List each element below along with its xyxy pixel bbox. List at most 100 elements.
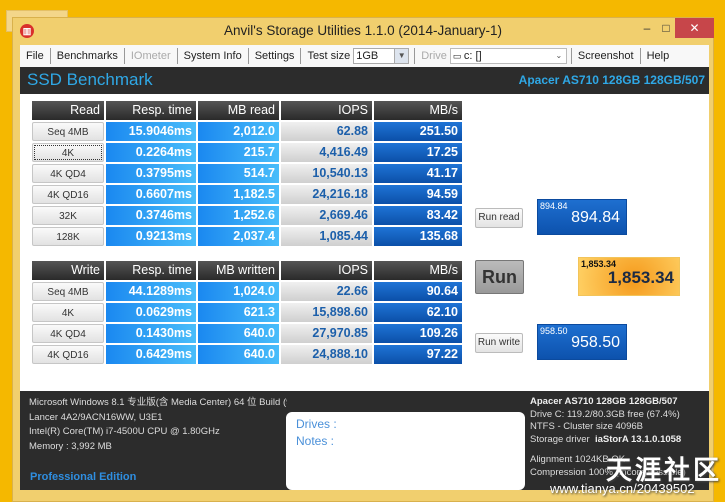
run-button[interactable]: Run (475, 260, 524, 294)
write-row: 4K 0.0629ms 621.3 15,898.60 62.10 (31, 302, 463, 323)
iops-value: 24,888.10 (281, 345, 372, 364)
column-header: MB/s (374, 101, 462, 120)
notes-label: Notes : (296, 434, 335, 448)
title-bar: ▥ Anvil's Storage Utilities 1.1.0 (2014-… (13, 18, 714, 45)
chevron-down-icon: ▼ (394, 49, 409, 63)
resp-time: 0.2264ms (106, 143, 196, 162)
resp-time: 15.9046ms (106, 122, 196, 141)
mbs-value: 62.10 (374, 303, 462, 322)
write-row: 4K QD16 0.6429ms 640.0 24,888.10 97.22 (31, 344, 463, 365)
write-score-small: 958.50 (540, 326, 568, 336)
menu-benchmarks[interactable]: Benchmarks (51, 48, 125, 64)
minimize-button[interactable]: – (637, 18, 657, 38)
drive-value: c: [] (463, 50, 482, 62)
read-row: 4K QD4 0.3795ms 514.7 10,540.13 41.17 (31, 163, 463, 184)
resp-time: 0.6607ms (106, 185, 196, 204)
test-button[interactable]: 4K (32, 303, 104, 322)
notes-box[interactable]: Drives : Notes : (286, 412, 525, 490)
iops-value: 22.66 (281, 282, 372, 301)
iops-value: 4,416.49 (281, 143, 372, 162)
column-header: MB/s (374, 261, 462, 280)
run-write-button[interactable]: Run write (475, 333, 523, 353)
read-row: 4K 0.2264ms 215.7 4,416.49 17.25 (31, 142, 463, 163)
mbs-value: 251.50 (374, 122, 462, 141)
drive-info-name: Apacer AS710 128GB 128GB/507 (530, 396, 678, 407)
column-header: Resp. time (106, 261, 196, 280)
driver-label: Storage driver (530, 433, 590, 445)
app-window: ▥ Anvil's Storage Utilities 1.1.0 (2014-… (12, 17, 714, 502)
drives-label: Drives : (296, 417, 337, 431)
test-size-select[interactable]: 1GB ▼ (353, 48, 410, 64)
read-row: 4K QD16 0.6607ms 1,182.5 24,216.18 94.59 (31, 184, 463, 205)
menu-system-info[interactable]: System Info (178, 48, 249, 64)
chevron-down-icon: ⌄ (551, 49, 566, 63)
mbs-value: 109.26 (374, 324, 462, 343)
mbs-value: 135.68 (374, 227, 462, 246)
test-button[interactable]: 4K QD4 (32, 324, 104, 343)
column-header: MB written (198, 261, 279, 280)
test-button[interactable]: 128K (32, 227, 104, 246)
menu-iometer: IOmeter (125, 48, 178, 64)
column-header: Write (32, 261, 104, 280)
write-row: 4K QD4 0.1430ms 640.0 27,970.85 109.26 (31, 323, 463, 344)
resp-time: 0.6429ms (106, 345, 196, 364)
resp-time: 0.9213ms (106, 227, 196, 246)
menu-file[interactable]: File (20, 48, 51, 64)
mbs-value: 83.42 (374, 206, 462, 225)
mb-value: 2,037.4 (198, 227, 279, 246)
menu-screenshot[interactable]: Screenshot (570, 48, 641, 64)
read-row: Seq 4MB 15.9046ms 2,012.0 62.88 251.50 (31, 121, 463, 142)
resp-time: 0.0629ms (106, 303, 196, 322)
close-button[interactable]: ✕ (675, 18, 714, 38)
column-header: MB read (198, 101, 279, 120)
iops-value: 10,540.13 (281, 164, 372, 183)
menu-help[interactable]: Help (641, 48, 673, 64)
mbs-value: 17.25 (374, 143, 462, 162)
read-header-row: Read Resp. time MB read IOPS MB/s (31, 100, 463, 121)
read-row: 128K 0.9213ms 2,037.4 1,085.44 135.68 (31, 226, 463, 247)
iops-value: 24,216.18 (281, 185, 372, 204)
mb-value: 1,252.6 (198, 206, 279, 225)
memory-info: Memory : 3,992 MB (29, 440, 112, 452)
resp-time: 44.1289ms (106, 282, 196, 301)
test-button[interactable]: Seq 4MB (32, 282, 104, 301)
test-button[interactable]: 4K QD4 (32, 164, 104, 183)
mb-value: 215.7 (198, 143, 279, 162)
test-button[interactable]: 4K QD16 (32, 345, 104, 364)
mbs-value: 90.64 (374, 282, 462, 301)
mb-value: 1,182.5 (198, 185, 279, 204)
resp-time: 0.1430ms (106, 324, 196, 343)
menu-settings[interactable]: Settings (249, 48, 302, 64)
mb-value: 640.0 (198, 345, 279, 364)
mbs-value: 94.59 (374, 185, 462, 204)
write-header-row: Write Resp. time MB written IOPS MB/s (31, 260, 463, 281)
read-score: 894.84 894.84 (537, 199, 627, 235)
mb-value: 621.3 (198, 303, 279, 322)
resp-time: 0.3795ms (106, 164, 196, 183)
watermark-url: www.tianya.cn/20439502 (550, 481, 695, 496)
mb-value: 2,012.0 (198, 122, 279, 141)
total-score-value: 1,853.34 (607, 268, 674, 287)
test-button[interactable]: 4K QD16 (32, 185, 104, 204)
iops-value: 27,970.85 (281, 324, 372, 343)
read-score-value: 894.84 (571, 209, 620, 226)
run-read-button[interactable]: Run read (475, 208, 523, 228)
maximize-button[interactable]: □ (656, 18, 676, 38)
test-button[interactable]: 32K (32, 206, 104, 225)
column-header: Read (32, 101, 104, 120)
driver-value: iaStorA 13.1.0.1058 (594, 433, 682, 445)
write-table: Write Resp. time MB written IOPS MB/s Se… (31, 260, 463, 365)
test-button[interactable]: Seq 4MB (32, 122, 104, 141)
column-header: IOPS (281, 101, 372, 120)
os-info: Microsoft Windows 8.1 专业版(含 Media Center… (29, 397, 287, 408)
test-button[interactable]: 4K (32, 143, 104, 162)
edition-label: Professional Edition (30, 471, 137, 483)
drive-select[interactable]: ▭ c: [] ⌄ (449, 48, 567, 64)
system-info: Microsoft Windows 8.1 专业版(含 Media Center… (29, 396, 287, 454)
mb-value: 514.7 (198, 164, 279, 183)
window-title: Anvil's Storage Utilities 1.1.0 (2014-Ja… (224, 23, 502, 38)
mb-value: 640.0 (198, 324, 279, 343)
iops-value: 15,898.60 (281, 303, 372, 322)
column-header: Resp. time (106, 101, 196, 120)
iops-value: 62.88 (281, 122, 372, 141)
